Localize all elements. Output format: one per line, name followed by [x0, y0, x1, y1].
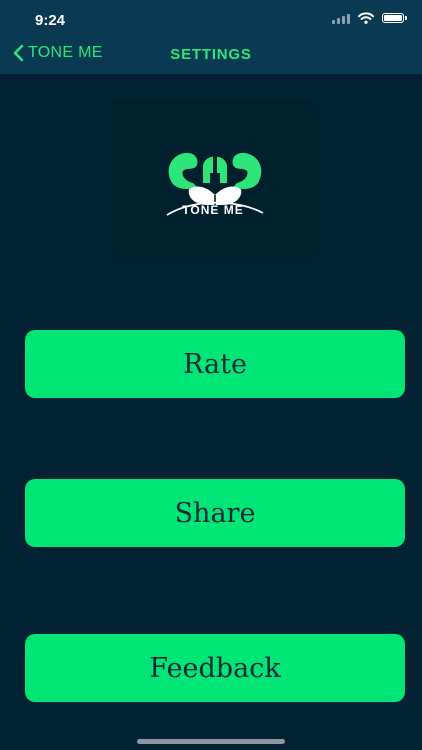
share-button-label: Share — [174, 497, 256, 529]
rate-button[interactable]: Rate — [25, 330, 405, 398]
wifi-icon — [358, 12, 374, 24]
signal-icon — [332, 12, 350, 24]
status-icons — [332, 12, 407, 24]
rate-button-label: Rate — [183, 348, 247, 380]
status-time: 9:24 — [35, 12, 66, 29]
logo-text: TONE ME — [182, 203, 244, 217]
feedback-button-label: Feedback — [149, 652, 281, 684]
battery-icon — [382, 13, 407, 23]
page-title: SETTINGS — [170, 46, 252, 63]
home-indicator[interactable] — [137, 739, 285, 744]
share-button[interactable]: Share — [25, 479, 405, 547]
top-bar: 9:24 TONE ME SETTINGS — [0, 0, 422, 74]
app-logo: TONE ME — [113, 100, 313, 262]
feedback-button[interactable]: Feedback — [25, 634, 405, 702]
